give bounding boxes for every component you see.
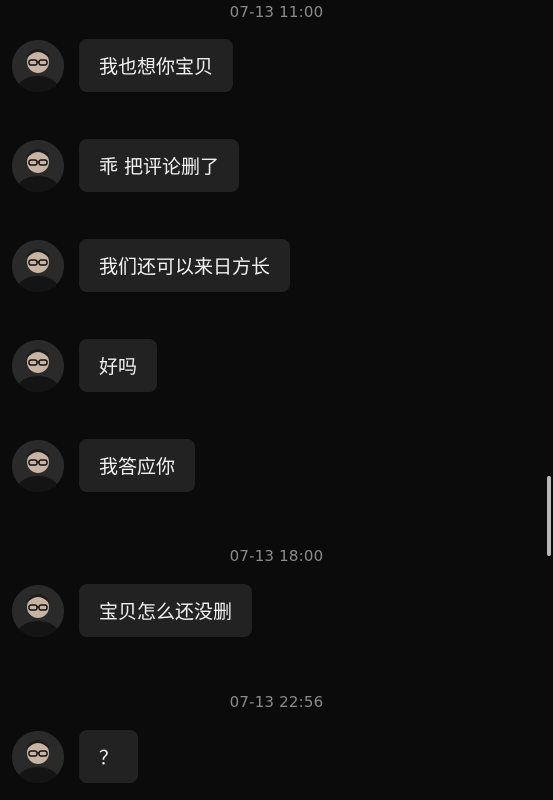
- timestamp: 07-13 18:00: [229, 547, 324, 565]
- avatar[interactable]: [12, 731, 64, 783]
- avatar[interactable]: [12, 585, 64, 637]
- avatar[interactable]: [12, 140, 64, 192]
- message-bubble[interactable]: 我答应你: [79, 439, 196, 492]
- avatar[interactable]: [12, 340, 64, 392]
- message-bubble[interactable]: 我也想你宝贝: [79, 39, 234, 92]
- avatar-icon: [12, 440, 64, 492]
- message-bubble[interactable]: 宝贝怎么还没删: [79, 584, 253, 637]
- chat-thread[interactable]: 07-13 11:00 我也想你宝贝 乖 把评论删了 我们还可以来日方长 好吗 …: [0, 0, 553, 800]
- message-bubble[interactable]: 我们还可以来日方长: [79, 239, 291, 292]
- timestamp: 07-13 11:00: [229, 3, 324, 21]
- avatar-icon: [12, 240, 64, 292]
- avatar-icon: [12, 140, 64, 192]
- message-bubble[interactable]: 乖 把评论删了: [79, 139, 240, 192]
- avatar[interactable]: [12, 440, 64, 492]
- message-bubble[interactable]: ？: [79, 730, 139, 783]
- scrollbar[interactable]: [547, 476, 551, 556]
- timestamp: 07-13 22:56: [229, 693, 324, 711]
- avatar-icon: [12, 731, 64, 783]
- message-bubble[interactable]: 好吗: [79, 339, 158, 392]
- avatar[interactable]: [12, 40, 64, 92]
- avatar-icon: [12, 40, 64, 92]
- avatar-icon: [12, 585, 64, 637]
- avatar-icon: [12, 340, 64, 392]
- avatar[interactable]: [12, 240, 64, 292]
